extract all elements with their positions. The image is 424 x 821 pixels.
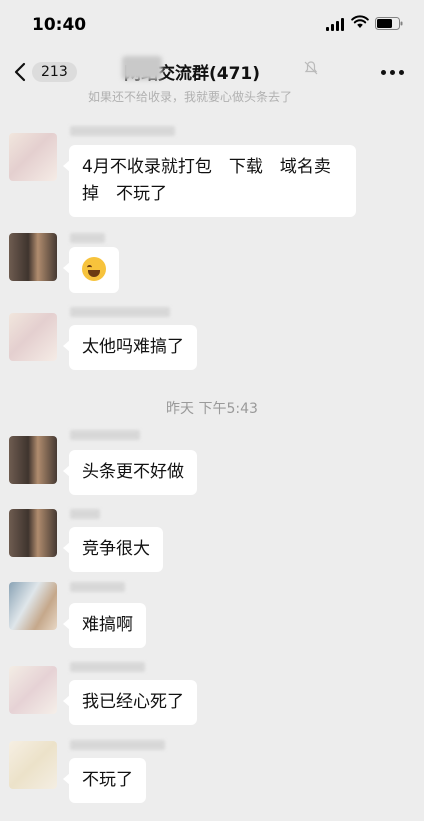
message-bubble[interactable] [63, 247, 119, 293]
system-message: 如果还不给收录，我就要心做头条去了 [88, 90, 293, 104]
message-bubble[interactable]: 不玩了 [63, 758, 146, 803]
laughing-tears-emoji-icon [82, 257, 106, 281]
nickname [70, 126, 175, 136]
avatar[interactable] [9, 313, 57, 361]
avatar[interactable] [9, 133, 57, 181]
avatar[interactable] [9, 666, 57, 714]
avatar[interactable] [9, 233, 57, 281]
chevron-left-icon [14, 62, 26, 82]
status-time: 10:40 [32, 15, 87, 35]
nickname [70, 662, 145, 672]
title-blur-mask [122, 56, 162, 80]
message-bubble[interactable]: 4月不收录就打包 下载 域名卖掉 不玩了 [63, 145, 356, 217]
avatar[interactable] [9, 509, 57, 557]
nickname [70, 307, 170, 317]
message-bubble[interactable]: 头条更不好做 [63, 450, 197, 495]
avatar[interactable] [9, 582, 57, 630]
avatar[interactable] [9, 436, 57, 484]
nickname [70, 582, 125, 592]
wifi-icon [351, 15, 369, 28]
chat-timestamp: 昨天 下午5:43 [166, 401, 258, 417]
mute-bell-icon [304, 61, 318, 75]
battery-icon [375, 17, 403, 30]
message-bubble[interactable]: 我已经心死了 [63, 680, 197, 725]
nickname [70, 509, 100, 519]
message-bubble[interactable]: 竞争很大 [63, 527, 163, 572]
unread-count-badge: 213 [32, 62, 77, 82]
nickname [70, 430, 140, 440]
nickname [70, 233, 105, 243]
back-button[interactable]: 213 [14, 62, 77, 82]
message-bubble[interactable]: 太他吗难搞了 [63, 325, 197, 370]
avatar[interactable] [9, 741, 57, 789]
message-bubble[interactable]: 难搞啊 [63, 603, 146, 648]
more-options-button[interactable] [381, 70, 404, 75]
signal-icon [326, 18, 344, 31]
status-bar: 10:40 [0, 0, 424, 48]
nickname [70, 740, 165, 750]
